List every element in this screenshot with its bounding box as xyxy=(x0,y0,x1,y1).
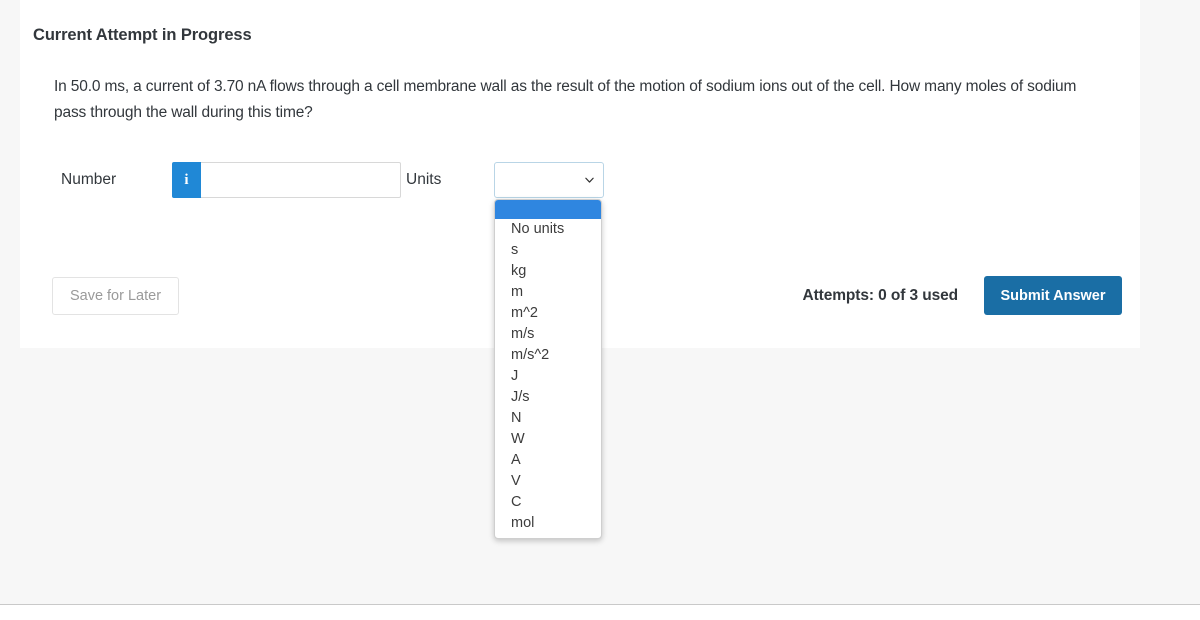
attempts-counter: Attempts: 0 of 3 used xyxy=(802,287,958,304)
units-label: Units xyxy=(406,171,442,188)
number-label: Number xyxy=(61,171,117,188)
page-title: Current Attempt in Progress xyxy=(33,26,252,44)
units-option-list[interactable]: No units s kg m m^2 m/s m/s^2 J J/s N W A V Cmol xyxy=(494,199,602,539)
units-select-wrap: No units s kg m m^2 m/s m/s^2 J J/s N W A V Cmol xyxy=(494,162,604,539)
units-option[interactable]: m xyxy=(495,282,601,303)
units-option[interactable]: C xyxy=(495,492,601,513)
submit-answer-button[interactable]: Submit Answer xyxy=(984,276,1122,315)
units-option[interactable]: m/s^2 xyxy=(495,345,601,366)
info-icon[interactable]: i xyxy=(172,162,201,198)
bottom-strip xyxy=(0,605,1200,620)
number-input[interactable] xyxy=(201,162,401,198)
page-root: Current Attempt in Progress In 50.0 ms, … xyxy=(0,0,1200,620)
chevron-down-icon xyxy=(585,176,594,185)
save-for-later-button[interactable]: Save for Later xyxy=(52,277,179,315)
info-icon-glyph: i xyxy=(184,171,189,188)
units-option[interactable]: m^2 xyxy=(495,303,601,324)
answer-row: Number i Units No units s kg m m^2 m/s m… xyxy=(20,162,1140,539)
units-option[interactable]: kg xyxy=(495,261,601,282)
card-header: Current Attempt in Progress xyxy=(20,0,1140,58)
units-option[interactable]: m/s xyxy=(495,324,601,345)
units-option[interactable]: J/s xyxy=(495,387,601,408)
question-text: In 50.0 ms, a current of 3.70 nA flows t… xyxy=(54,78,1077,121)
units-option[interactable]: V xyxy=(495,471,601,492)
bottom-divider xyxy=(0,604,1200,605)
card-body: In 50.0 ms, a current of 3.70 nA flows t… xyxy=(20,57,1140,539)
attempt-card: Current Attempt in Progress In 50.0 ms, … xyxy=(20,0,1140,539)
units-option[interactable]: J xyxy=(495,366,601,387)
units-option[interactable]: W xyxy=(495,429,601,450)
units-option[interactable]: s xyxy=(495,240,601,261)
units-option[interactable]: mol xyxy=(495,513,601,534)
units-option[interactable]: A xyxy=(495,450,601,471)
units-option[interactable]: N xyxy=(495,408,601,429)
number-field-group: i xyxy=(172,162,401,198)
units-option[interactable]: No units xyxy=(495,219,601,240)
units-select[interactable] xyxy=(494,162,604,198)
units-option[interactable] xyxy=(495,200,601,219)
